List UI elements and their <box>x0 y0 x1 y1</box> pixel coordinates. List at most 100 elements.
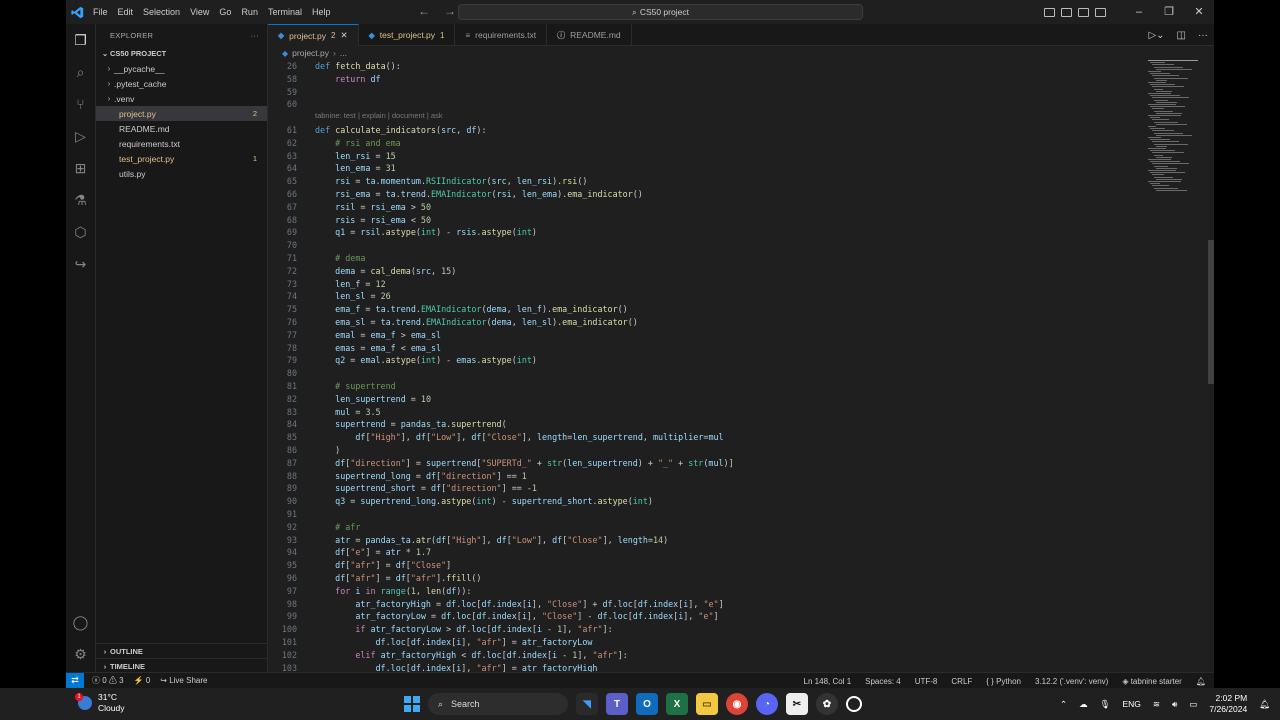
settings-gear-icon[interactable]: ⚙ <box>72 646 89 663</box>
onedrive-icon[interactable]: ☁ <box>1079 699 1088 710</box>
close-tab-icon[interactable]: ✕ <box>340 30 347 41</box>
editor-scrollbar[interactable] <box>1208 240 1214 384</box>
code-line[interactable]: 78 emas = ema_f < ema_sl <box>268 342 1214 355</box>
code-line[interactable]: 79 q2 = emal.astype(int) - emas.astype(i… <box>268 354 1214 367</box>
code-line[interactable]: 97 for i in range(1, len(df)): <box>268 585 1214 598</box>
ports-indicator[interactable]: ⚡ 0 <box>134 676 151 685</box>
menu-selection[interactable]: Selection <box>138 0 185 24</box>
teams-icon[interactable]: T <box>606 693 628 715</box>
menu-run[interactable]: Run <box>236 0 263 24</box>
maximize-icon[interactable]: ❐ <box>1154 0 1184 24</box>
code-line[interactable]: 75 ema_f = ta.trend.EMAIndicator(dema, l… <box>268 303 1214 316</box>
code-line[interactable]: 100 if atr_factoryLow > df.loc[df.index[… <box>268 623 1214 636</box>
explorer-icon[interactable]: ❐ <box>72 32 89 49</box>
code-line[interactable]: 58 return df <box>268 73 1214 86</box>
excel-icon[interactable]: X <box>666 693 688 715</box>
code-line[interactable]: 59 <box>268 86 1214 99</box>
code-line[interactable]: 61 def calculate_indicators(src, df): <box>268 124 1214 137</box>
code-line[interactable]: 94 df["e"] = atr * 1.7 <box>268 546 1214 559</box>
code-line[interactable]: 87 df["direction"] = supertrend["SUPERTd… <box>268 457 1214 470</box>
code-line[interactable]: 60 <box>268 98 1214 111</box>
live-share-button[interactable]: ↪ Live Share <box>160 676 207 685</box>
code-line[interactable]: 62 # rsi and ema <box>268 137 1214 150</box>
problems-indicator[interactable]: ⓧ 0 ⚠ 3 <box>92 675 124 686</box>
system-clock[interactable]: 2:02 PM 7/26/2024 <box>1209 693 1247 715</box>
chatgpt-icon[interactable]: ✿ <box>816 693 838 715</box>
toggle-secondary-sidebar-icon[interactable] <box>1078 7 1089 17</box>
split-editor-icon[interactable]: ◫ <box>1177 30 1186 41</box>
python-interpreter[interactable]: 3.12.2 ('.venv': venv) <box>1035 677 1108 686</box>
toggle-sidebar-icon[interactable] <box>1044 7 1055 17</box>
chrome-icon[interactable]: ◉ <box>726 693 748 715</box>
code-line[interactable]: 86 ) <box>268 444 1214 457</box>
tab-project-py[interactable]: ◆ project.py 2 ✕ <box>268 24 359 46</box>
tabnine-codelens[interactable]: tabnine: test | explain | document | ask <box>315 111 443 120</box>
toggle-panel-icon[interactable] <box>1061 7 1072 17</box>
cursor-position[interactable]: Ln 148, Col 1 <box>804 677 852 686</box>
microphone-icon[interactable]: 🎙︎ <box>1100 699 1111 710</box>
menu-file[interactable]: File <box>88 0 113 24</box>
code-line[interactable]: 90 q3 = supertrend_long.astype(int) - su… <box>268 495 1214 508</box>
remote-indicator-icon[interactable]: ⇄ <box>66 672 84 688</box>
code-line[interactable]: 26 def fetch_data(): <box>268 60 1214 73</box>
customize-layout-icon[interactable] <box>1095 7 1106 17</box>
tree-folder-pytest-cache[interactable]: › .pytest_cache <box>96 76 267 91</box>
close-icon[interactable]: ✕ <box>1184 0 1214 24</box>
code-line[interactable]: 73 len_f = 12 <box>268 278 1214 291</box>
code-line[interactable]: 99 atr_factoryLow = df.loc[df.index[i], … <box>268 610 1214 623</box>
code-line[interactable]: 88 supertrend_long = df["direction"] == … <box>268 470 1214 483</box>
code-line[interactable]: 83 mul = 3.5 <box>268 406 1214 419</box>
obs-icon[interactable] <box>846 696 862 712</box>
code-line[interactable]: 70 <box>268 239 1214 252</box>
outlook-icon[interactable]: O <box>636 693 658 715</box>
vscode-taskbar-icon[interactable]: ◥ <box>576 693 598 715</box>
tree-file-requirements[interactable]: requirements.txt <box>96 136 267 151</box>
code-line[interactable]: 63 len_rsi = 15 <box>268 150 1214 163</box>
code-line[interactable]: 93 atr = pandas_ta.atr(df["High"], df["L… <box>268 534 1214 547</box>
code-line[interactable]: 103 df.loc[df.index[i], "afr"] = atr_fac… <box>268 662 1214 672</box>
code-line[interactable]: 98 atr_factoryHigh = df.loc[df.index[i],… <box>268 598 1214 611</box>
tree-file-project-py[interactable]: project.py 2 <box>96 106 267 121</box>
code-line[interactable]: 65 rsi = ta.momentum.RSIIndicator(src, l… <box>268 175 1214 188</box>
breadcrumb-symbol[interactable]: ... <box>340 48 347 58</box>
extensions-icon[interactable]: ⊞ <box>72 160 89 177</box>
taskbar-search[interactable]: ⌕ Search <box>428 693 568 715</box>
indentation[interactable]: Spaces: 4 <box>865 677 901 686</box>
code-line[interactable]: 96 df["afr"] = df["afr"].ffill() <box>268 572 1214 585</box>
more-actions-icon[interactable]: ··· <box>1198 30 1208 41</box>
end-of-line[interactable]: CRLF <box>951 677 972 686</box>
tab-requirements[interactable]: ≡ requirements.txt <box>455 24 548 46</box>
encoding[interactable]: UTF-8 <box>915 677 938 686</box>
project-folder-header[interactable]: ⌄ CS50 PROJECT <box>96 46 267 61</box>
tree-folder-venv[interactable]: › .venv <box>96 91 267 106</box>
code-line[interactable]: 68 rsis = rsi_ema < 50 <box>268 214 1214 227</box>
code-line[interactable]: 91 <box>268 508 1214 521</box>
code-line[interactable]: 72 dema = cal_dema(src, 15) <box>268 265 1214 278</box>
menu-terminal[interactable]: Terminal <box>263 0 307 24</box>
file-explorer-icon[interactable]: ▭ <box>696 693 718 715</box>
testing-icon[interactable]: ⚗ <box>72 192 89 209</box>
menu-go[interactable]: Go <box>214 0 236 24</box>
tree-file-readme[interactable]: README.md <box>96 121 267 136</box>
code-line[interactable]: 69 q1 = rsil.astype(int) - rsis.astype(i… <box>268 226 1214 239</box>
tab-test-project-py[interactable]: ◆ test_project.py 1 <box>359 24 456 46</box>
discord-icon[interactable]: ◔ <box>756 693 778 715</box>
code-line[interactable]: 71 # dema <box>268 252 1214 265</box>
source-control-icon[interactable]: ⑂ <box>72 96 89 113</box>
accounts-icon[interactable]: ◯ <box>72 614 89 631</box>
more-actions-icon[interactable]: ··· <box>251 31 259 40</box>
tab-readme[interactable]: ⓘ README.md <box>547 24 632 46</box>
code-line[interactable]: 66 rsi_ema = ta.trend.EMAIndicator(rsi, … <box>268 188 1214 201</box>
code-line[interactable]: 74 len_sl = 26 <box>268 290 1214 303</box>
code-line[interactable]: 80 <box>268 367 1214 380</box>
capcut-icon[interactable]: ✂ <box>786 693 808 715</box>
code-line[interactable]: 81 # supertrend <box>268 380 1214 393</box>
code-line[interactable]: 101 df.loc[df.index[i], "afr"] = atr_fac… <box>268 636 1214 649</box>
show-hidden-icons-icon[interactable]: ⌃ <box>1060 699 1067 710</box>
wifi-icon[interactable]: ≋ <box>1153 699 1160 710</box>
notifications-bell-icon[interactable]: 🔔︎ <box>1196 677 1206 686</box>
breadcrumb-file[interactable]: project.py <box>292 48 329 58</box>
windows-start-icon[interactable] <box>404 696 420 712</box>
code-line[interactable]: 82 len_supertrend = 10 <box>268 393 1214 406</box>
code-line[interactable]: 67 rsil = rsi_ema > 50 <box>268 201 1214 214</box>
